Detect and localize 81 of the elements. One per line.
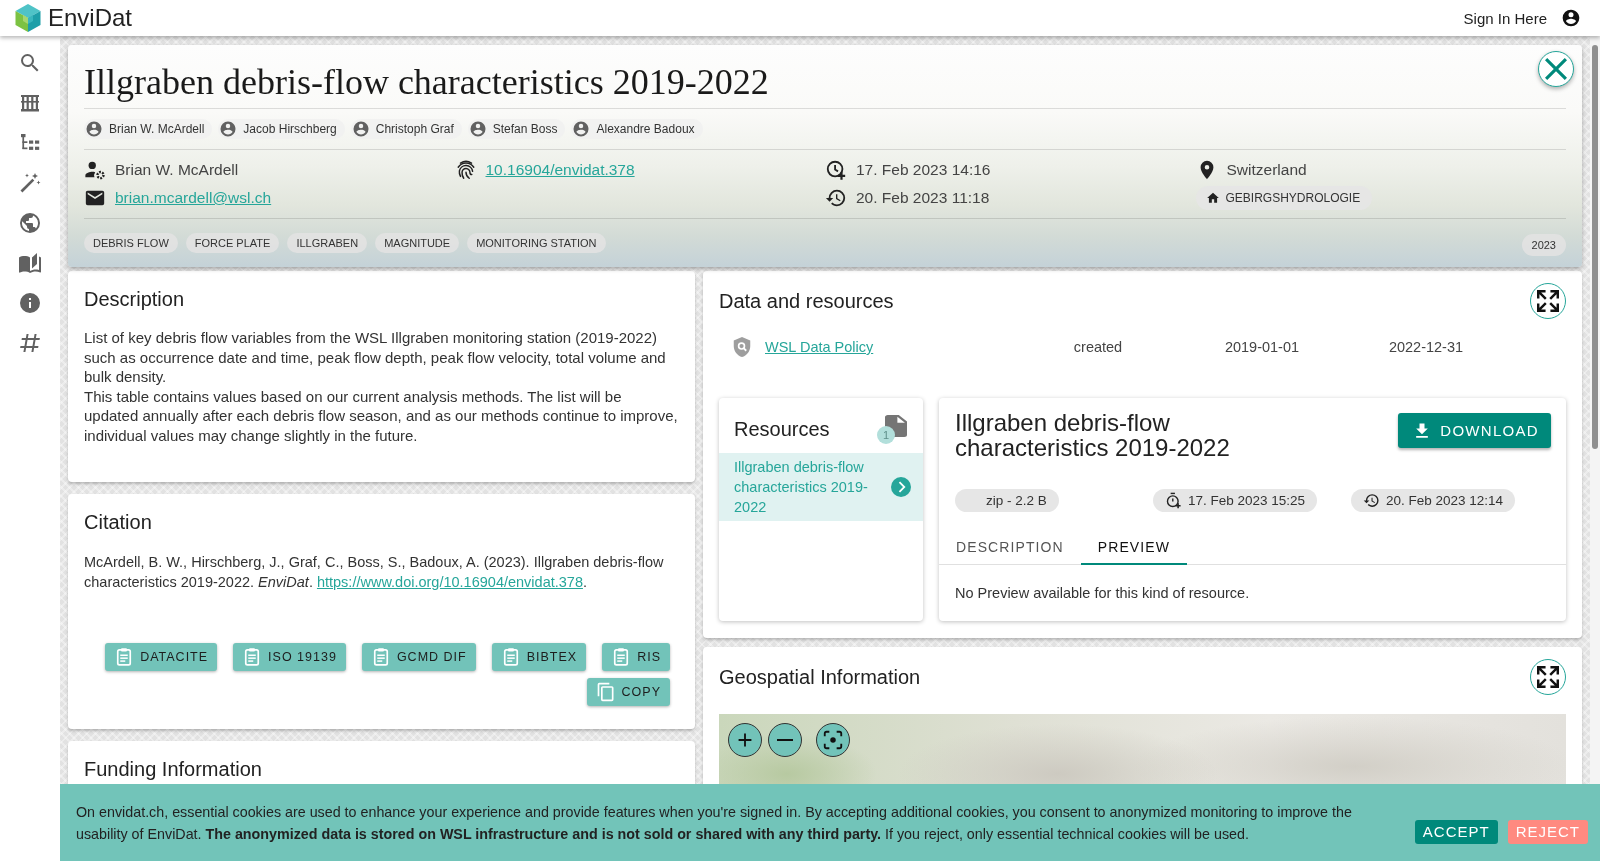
count-badge: 1 — [877, 425, 895, 444]
info-icon[interactable] — [18, 291, 42, 315]
date-text: 2022-12-31 — [1387, 339, 1465, 355]
description-paragraph: List of key debris flow variables from the WSL Illgraben monitoring station (2019-2022) such as occurrence date and time, peak flow depth, peak flow velocity, total volume and bulk density. — [84, 328, 667, 387]
open-book-icon[interactable] — [18, 251, 42, 275]
expand-button[interactable] — [1530, 659, 1566, 695]
file-format-chip: zip - 2.2 B — [955, 489, 1059, 512]
logo-icon[interactable] — [14, 3, 42, 33]
organization-tag[interactable]: GEBIRGSHYDROLOGIE — [1195, 186, 1373, 210]
home-icon — [1205, 191, 1220, 205]
account-icon — [572, 120, 591, 138]
sign-in-link[interactable]: Sign In Here — [1463, 9, 1547, 27]
account-icon — [85, 120, 103, 138]
zoom-out-button[interactable] — [768, 723, 802, 757]
stopwatch-plus-icon — [1165, 492, 1182, 509]
expand-button[interactable] — [1530, 283, 1566, 319]
preview-message: No Preview available for this kind of resource. — [955, 585, 1251, 601]
clock-arrow-icon — [825, 187, 847, 209]
cookie-notice-text: On envidat.ch, essential cookies are used to enhance your experience and provide features when you're signed in. By accepting additional cookies, you consent to anonymized monitoring to improve the usability of EnviDat. The anonymized data is stored on WSL infrastructure and is not sold or shared with any third party. If you reject, only essential technical cookies will be used. — [76, 802, 1353, 844]
person-gear-icon — [84, 159, 106, 181]
export-button[interactable]: BIBTEX — [491, 643, 587, 671]
resource-name: Illgraben debris-flow characteristics 2019-2022 — [734, 458, 869, 517]
author-chip[interactable]: Alexandre Badoux — [571, 119, 703, 139]
export-button[interactable]: GCMD DIF — [361, 643, 476, 671]
fit-view-button[interactable] — [816, 723, 850, 757]
date-text: 2019-01-01 — [1223, 339, 1301, 355]
globe-icon[interactable] — [18, 211, 42, 235]
export-button[interactable]: DATACITE — [105, 643, 218, 671]
citation-text: McArdell, B. W., Hirschberg, J., Graf, C., Boss, S., Badoux, A. (2023). Illgraben debris-flow characteristics 2019-2022. EnviDat. https://www.doi.org/10.16904/envidat.378. — [84, 553, 665, 592]
card-title: Resources — [734, 418, 830, 441]
account-icon[interactable] — [1561, 8, 1581, 28]
created-date: 17. Feb 2023 15:25 — [1188, 493, 1306, 508]
card-title: Data and resources — [719, 289, 894, 314]
magic-wand-icon[interactable] — [18, 171, 42, 195]
year-chip: 2023 — [1521, 234, 1566, 256]
clock-arrow-icon — [1363, 492, 1380, 509]
author-chip[interactable]: Brian W. McArdell — [84, 119, 213, 139]
account-icon — [219, 120, 238, 138]
close-button[interactable] — [1538, 51, 1574, 87]
resource-title: Illgraben debris-flow characteristics 2019-2022 — [955, 410, 1231, 460]
date-text: created — [1072, 339, 1124, 355]
expand-icon — [1537, 666, 1559, 688]
card-title: Geospatial Information — [719, 665, 921, 690]
copy-button[interactable]: COPY — [586, 678, 670, 706]
modified-date: 20. Feb 2023 11:18 — [856, 189, 990, 207]
chevron-right-icon — [891, 477, 911, 497]
keyword-tag[interactable]: MAGNITUDE — [375, 233, 460, 253]
author-chip[interactable]: Stefan Boss — [467, 119, 566, 139]
keyword-tag[interactable]: FORCE PLATE — [185, 233, 280, 253]
brand-name: EnviDat — [48, 3, 133, 33]
hash-icon[interactable] — [18, 331, 42, 355]
account-icon — [468, 120, 487, 138]
export-button[interactable]: RIS — [602, 643, 670, 671]
tab[interactable]: DESCRIPTION — [939, 531, 1081, 565]
account-icon — [351, 120, 370, 138]
contact-name: Brian W. McArdell — [115, 161, 239, 179]
author-chip[interactable]: Christoph Graf — [350, 119, 462, 139]
scrollbar-thumb[interactable] — [1592, 45, 1598, 449]
location-name: Switzerland — [1226, 161, 1307, 179]
focus-icon — [822, 729, 844, 751]
copy-icon — [595, 682, 616, 702]
download-button[interactable]: DOWNLOAD — [1398, 413, 1551, 448]
accept-button[interactable]: ACCEPT — [1414, 819, 1498, 844]
minus-icon — [777, 738, 793, 742]
keyword-tag[interactable]: ILLGRABEN — [287, 233, 368, 253]
modified-date: 20. Feb 2023 12:14 — [1386, 493, 1504, 508]
shield-search-icon — [731, 336, 753, 358]
author-chip[interactable]: Jacob Hirschberg — [218, 119, 345, 139]
keyword-tag[interactable]: MONITORING STATION — [467, 233, 606, 253]
export-button[interactable]: ISO 19139 — [233, 643, 346, 671]
created-date: 17. Feb 2023 14:16 — [856, 161, 991, 179]
clock-plus-icon — [825, 159, 847, 181]
zoom-in-button[interactable] — [728, 723, 762, 757]
card-title: Funding Information — [84, 757, 263, 782]
card-title: Description — [84, 287, 186, 312]
card-title: Citation — [84, 510, 153, 535]
expand-icon — [1537, 290, 1559, 312]
tab[interactable]: PREVIEW — [1080, 531, 1188, 565]
keyword-tag[interactable]: DEBRIS FLOW — [84, 233, 178, 253]
description-paragraph: This table contains values based on our current analysis methods. The list will be updated annually after each debris flow season, and as our methods continue to improve, individual values may change slightly in the future. — [84, 386, 679, 446]
close-icon — [1545, 58, 1567, 80]
